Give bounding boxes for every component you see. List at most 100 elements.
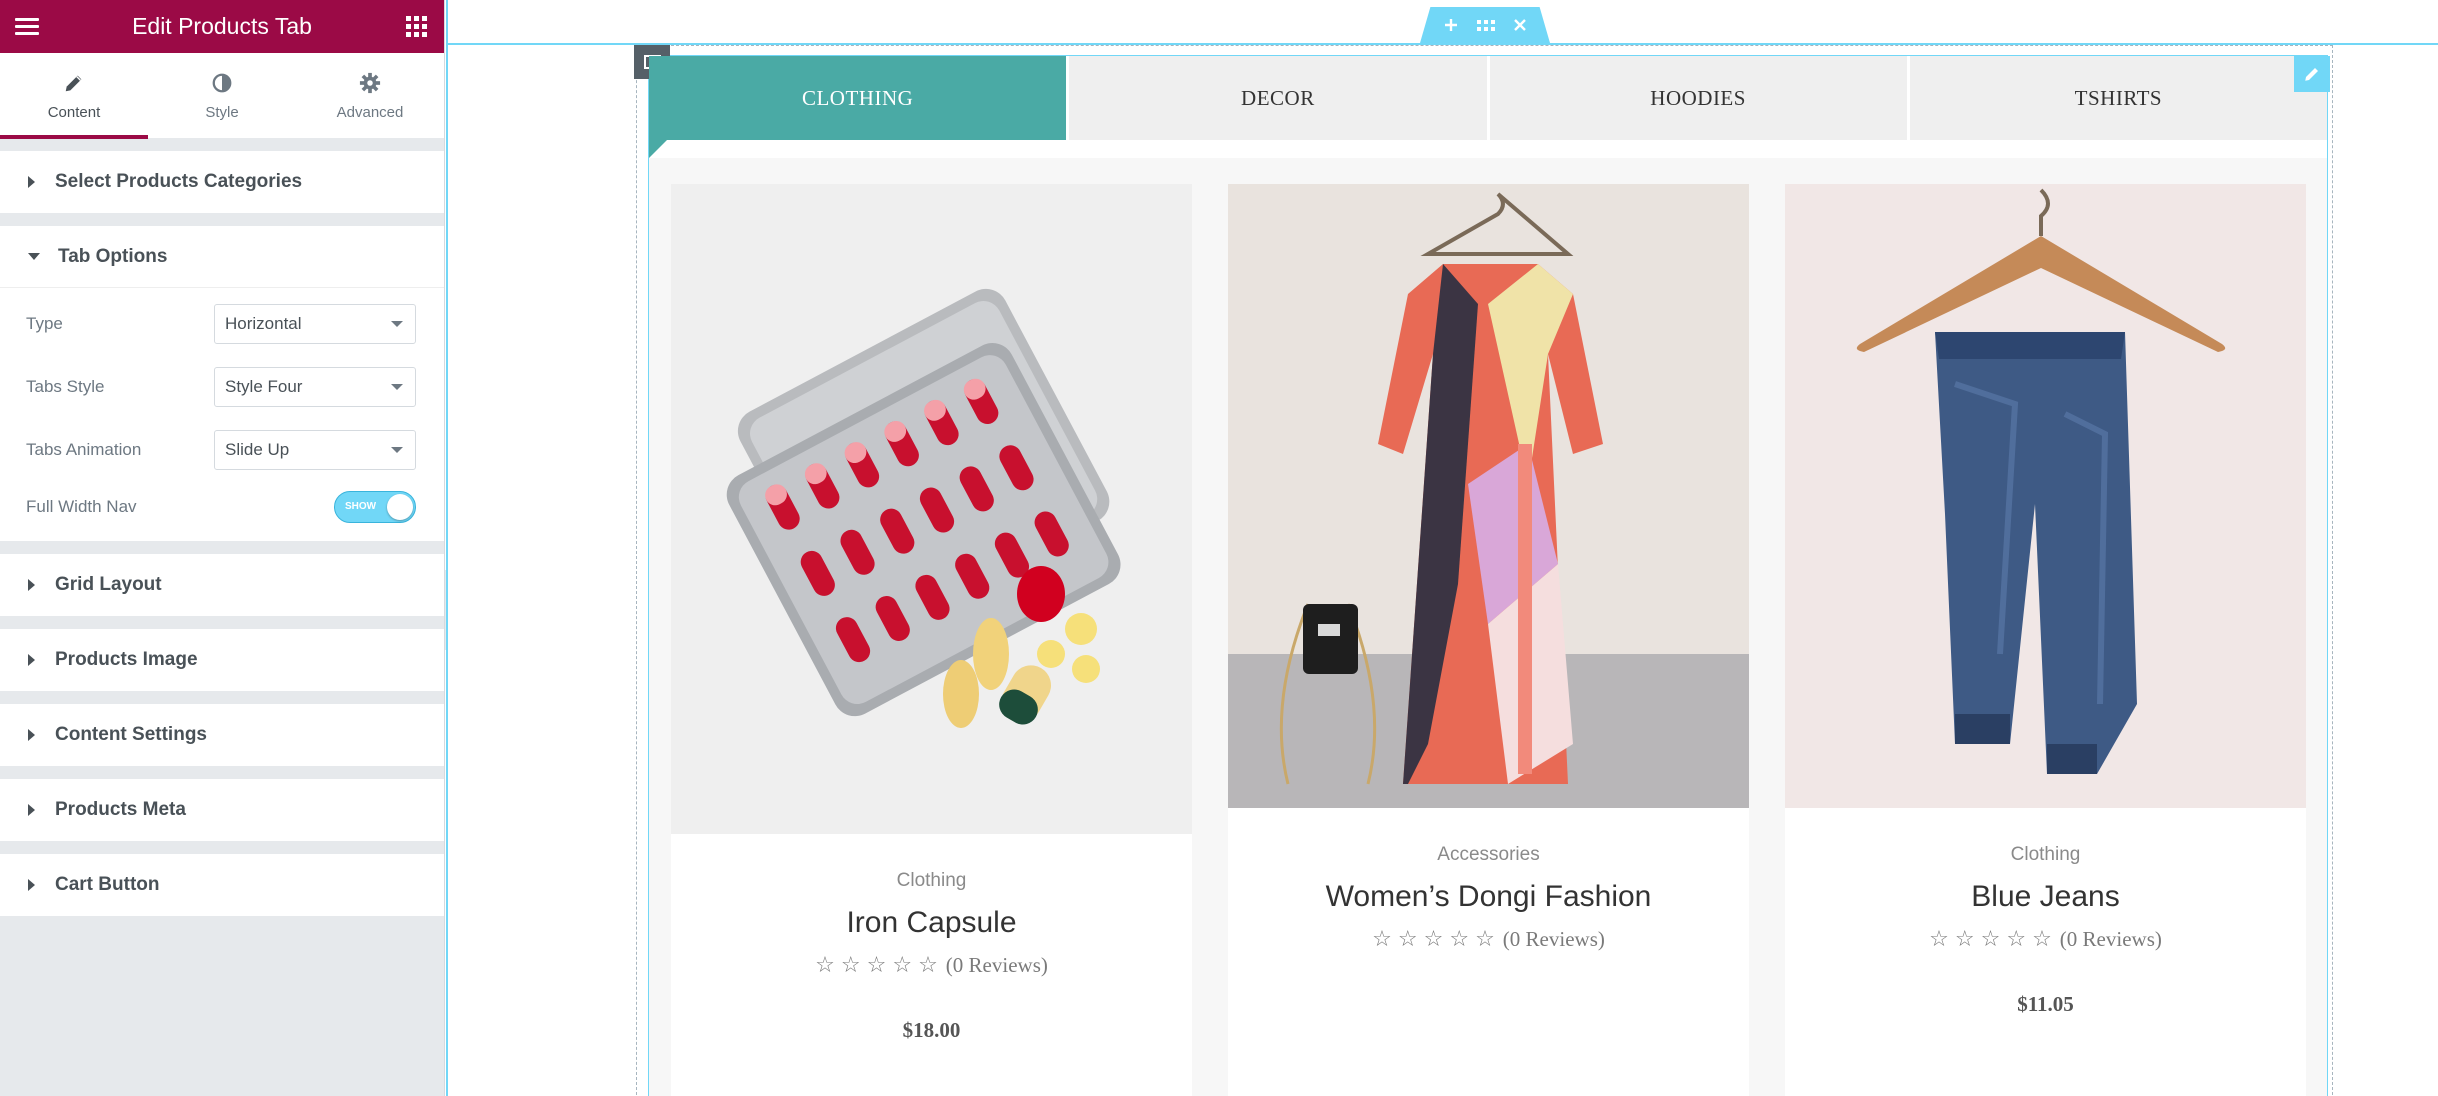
panel-header: Edit Products Tab: [0, 0, 444, 53]
product-title[interactable]: Iron Capsule: [671, 906, 1192, 940]
star-icon: ☆: [1423, 926, 1444, 951]
caret-right-icon: [28, 804, 35, 816]
preview-canvas: CLOTHING DECOR HOODIES TSHIRTS Clothing …: [446, 0, 2438, 1096]
control-tabs-animation: Tabs Animation Slide Up: [26, 418, 416, 481]
star-icon: ☆: [2006, 926, 2027, 951]
caret-down-icon: [28, 253, 40, 260]
capsule-pills-image[interactable]: [671, 184, 1192, 834]
section-label: Tab Options: [58, 245, 168, 267]
active-tab-notch: [649, 140, 667, 158]
star-icon: ☆: [918, 952, 938, 977]
section-content-settings[interactable]: Content Settings: [0, 704, 444, 766]
close-icon[interactable]: [1513, 18, 1527, 32]
panel-title: Edit Products Tab: [132, 13, 312, 39]
product-meta: Clothing Blue Jeans ☆ ☆ ☆ ☆ ☆ (0 Reviews…: [1785, 808, 2306, 1017]
tab-clothing[interactable]: CLOTHING: [649, 56, 1070, 140]
gear-icon: [359, 70, 381, 96]
drag-icon[interactable]: [1477, 19, 1495, 31]
control-full-width-nav: Full Width Nav SHOW: [26, 481, 416, 533]
control-tabs-style: Tabs Style Style Four: [26, 355, 416, 418]
tab-tshirts[interactable]: TSHIRTS: [1909, 56, 2327, 140]
star-icon: ☆: [1954, 926, 1975, 951]
star-icon: ☆: [1397, 926, 1418, 951]
product-price: $11.05: [2017, 992, 2074, 1016]
product-rating: ☆ ☆ ☆ ☆ ☆ (0 Reviews): [1785, 926, 2306, 952]
section-products-meta[interactable]: Products Meta: [0, 779, 444, 841]
caret-right-icon: [28, 654, 35, 666]
product-rating: ☆ ☆ ☆ ☆ ☆ (0 Reviews): [1228, 926, 1749, 952]
tab-decor[interactable]: DECOR: [1069, 56, 1490, 140]
section-products-image[interactable]: Products Image: [0, 629, 444, 691]
caret-right-icon: [28, 729, 35, 741]
product-card[interactable]: Accessories Women’s Dongi Fashion ☆ ☆ ☆ …: [1228, 184, 1749, 1096]
tabs-animation-label: Tabs Animation: [26, 439, 142, 459]
star-icon: ☆: [1980, 926, 2001, 951]
type-label: Type: [26, 313, 63, 333]
tabs-animation-value: Slide Up: [225, 439, 290, 459]
star-icon: ☆: [815, 952, 835, 977]
half-circle-icon: [211, 70, 233, 96]
product-meta: Clothing Iron Capsule ☆ ☆ ☆ ☆ ☆ (0 Revie…: [671, 834, 1192, 1043]
tab-hoodies[interactable]: HOODIES: [1489, 56, 1910, 140]
tabs-style-label: Tabs Style: [26, 376, 105, 396]
product-category[interactable]: Accessories: [1228, 844, 1749, 866]
dress-on-hanger-image[interactable]: [1228, 184, 1749, 808]
tabs-style-select[interactable]: Style Four: [214, 366, 416, 407]
star-icon: ☆: [1449, 926, 1470, 951]
pencil-icon: [2305, 68, 2318, 81]
section-select-categories[interactable]: Select Products Categories: [0, 151, 444, 213]
chevron-down-icon: [391, 383, 403, 390]
star-icon: ☆: [1929, 926, 1949, 951]
type-value: Horizontal: [225, 313, 302, 333]
editor-panel: Edit Products Tab Content Style Advanced: [0, 0, 445, 1096]
tab-options-controls: Type Horizontal Tabs Style Style Four Ta…: [0, 288, 444, 541]
product-category[interactable]: Clothing: [1785, 844, 2306, 866]
star-icon: ☆: [840, 952, 861, 977]
plus-icon[interactable]: [1443, 17, 1459, 33]
full-width-nav-toggle[interactable]: SHOW: [334, 491, 416, 523]
tab-content[interactable]: Content: [0, 53, 148, 139]
tab-advanced-label: Advanced: [336, 104, 404, 121]
caret-right-icon: [28, 579, 35, 591]
products-grid: Clothing Iron Capsule ☆ ☆ ☆ ☆ ☆ (0 Revie…: [649, 158, 2327, 1096]
product-meta: Accessories Women’s Dongi Fashion ☆ ☆ ☆ …: [1228, 808, 1749, 952]
star-icon: ☆: [1372, 926, 1392, 951]
edit-widget-button[interactable]: [2294, 56, 2330, 92]
product-rating: ☆ ☆ ☆ ☆ ☆ (0 Reviews): [671, 952, 1192, 978]
tab-style[interactable]: Style: [148, 53, 296, 138]
section-label: Content Settings: [55, 724, 207, 745]
tabs-animation-select[interactable]: Slide Up: [214, 429, 416, 470]
section-label: Cart Button: [55, 874, 160, 895]
star-icon: ☆: [1475, 926, 1495, 951]
toggle-text: SHOW: [345, 501, 377, 512]
tab-content-label: Content: [47, 104, 101, 121]
type-select[interactable]: Horizontal: [214, 303, 416, 344]
section-grid-layout[interactable]: Grid Layout: [0, 554, 444, 616]
full-width-nav-label: Full Width Nav: [26, 497, 137, 516]
section-cart-button[interactable]: Cart Button: [0, 854, 444, 916]
product-reviews: (0 Reviews): [2059, 926, 2162, 951]
product-title[interactable]: Blue Jeans: [1785, 880, 2306, 914]
tab-advanced[interactable]: Advanced: [296, 53, 444, 138]
product-card[interactable]: Clothing Iron Capsule ☆ ☆ ☆ ☆ ☆ (0 Revie…: [671, 184, 1192, 1096]
section-label: Products Meta: [55, 799, 186, 820]
product-category[interactable]: Clothing: [671, 870, 1192, 892]
toggle-knob: [387, 494, 413, 520]
product-title[interactable]: Women’s Dongi Fashion: [1228, 880, 1749, 914]
product-reviews: (0 Reviews): [945, 952, 1048, 977]
section-handle: [1420, 7, 1550, 43]
section-tab-options[interactable]: Tab Options: [0, 226, 444, 288]
product-card[interactable]: Clothing Blue Jeans ☆ ☆ ☆ ☆ ☆ (0 Reviews…: [1785, 184, 2306, 1096]
star-icon: ☆: [866, 952, 887, 977]
panel-tabs: Content Style Advanced: [0, 53, 444, 139]
section-label: Products Image: [55, 649, 198, 670]
caret-right-icon: [28, 879, 35, 891]
tab-style-label: Style: [205, 104, 239, 121]
caret-right-icon: [28, 176, 35, 188]
control-type: Type Horizontal: [26, 292, 416, 355]
hamburger-icon[interactable]: [14, 14, 40, 40]
section-label: Grid Layout: [55, 574, 162, 595]
chevron-down-icon: [391, 320, 403, 327]
jeans-on-hanger-image[interactable]: [1785, 184, 2306, 808]
grid-icon[interactable]: [404, 14, 430, 40]
